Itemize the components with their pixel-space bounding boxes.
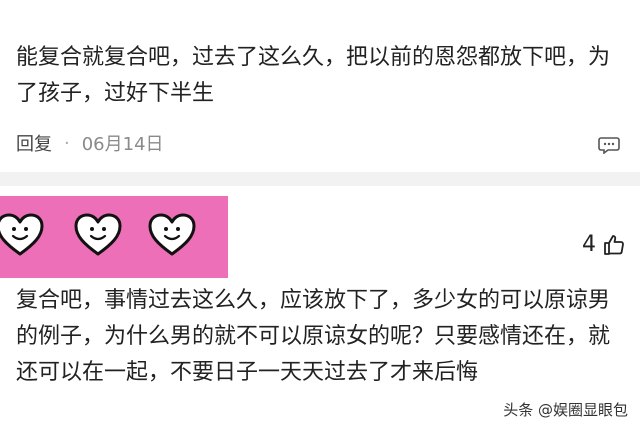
comment-2-text: 复合吧，事情过去这么久，应该放下了，多少女的可以原谅男的例子，为什么男的就不可以…: [16, 288, 611, 385]
comment-2: 复合吧，事情过去这么久，应该放下了，多少女的可以原谅男的例子，为什么男的就不可以…: [16, 283, 626, 407]
comment-1-meta: 回复 · 06月14日: [16, 130, 164, 156]
like-button[interactable]: 4: [582, 232, 626, 257]
meta-separator: ·: [64, 132, 70, 154]
reply-button[interactable]: 回复: [16, 130, 52, 156]
comment-1-text: 能复合就复合吧，过去了这么久，把以前的恩怨都放下吧，为了孩子，过好下半生: [16, 45, 611, 106]
section-divider: [0, 172, 640, 186]
like-count: 4: [582, 232, 596, 257]
watermark: 头条 @娱圈显眼包: [503, 399, 628, 420]
watermark-text: 头条 @娱圈显眼包: [503, 401, 628, 419]
heart-smile-icon: [148, 213, 196, 256]
comment-icon[interactable]: [598, 136, 620, 154]
heart-smile-icon: [74, 213, 122, 256]
heart-smile-icon: [0, 213, 44, 256]
heart-sticker: [0, 196, 228, 278]
thumbs-up-icon: [604, 234, 624, 255]
comment-date: 06月14日: [81, 134, 164, 155]
